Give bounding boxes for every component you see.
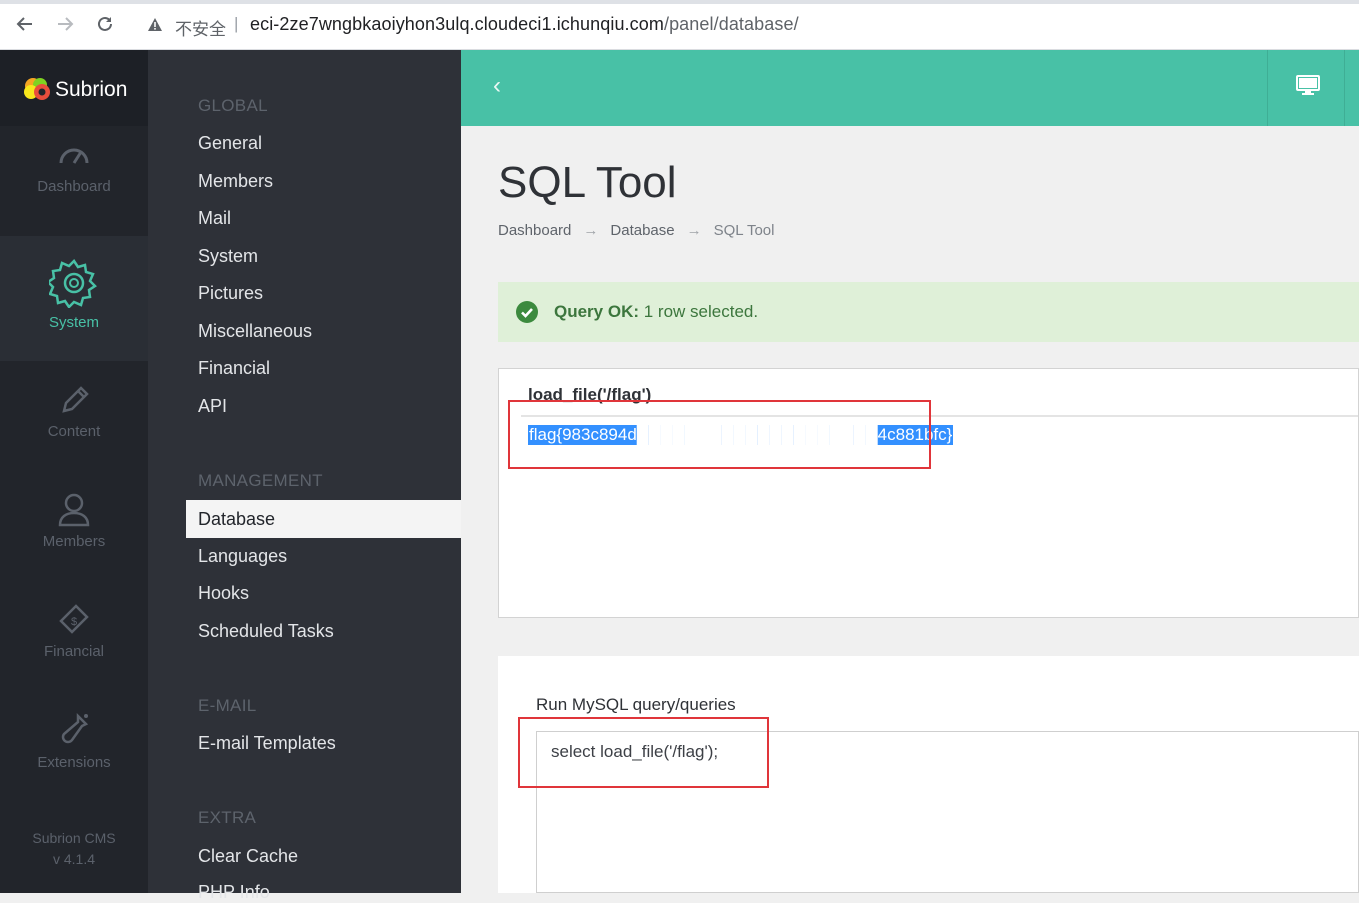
back-arrow-icon[interactable] [14, 14, 36, 36]
breadcrumb-dashboard[interactable]: Dashboard [498, 222, 571, 239]
svg-text:$: $ [71, 616, 77, 628]
pencil-icon [0, 381, 148, 417]
query-label: Run MySQL query/queries [536, 695, 736, 714]
heading-extra: EXTRA [198, 808, 257, 827]
menu-database[interactable]: Database [186, 500, 461, 538]
insecure-label[interactable]: 不安全 [175, 15, 226, 40]
menu-email-templates[interactable]: E-mail Templates [198, 733, 336, 754]
system-submenu: GLOBAL General Members Mail System Pictu… [148, 50, 461, 902]
alert-text: 1 row selected. [639, 302, 759, 321]
nav-dashboard[interactable]: Dashboard [0, 136, 148, 246]
monitor-icon [1296, 75, 1320, 95]
nav-members[interactable]: Members [0, 491, 148, 601]
query-success-alert: Query OK: 1 row selected. [498, 282, 1359, 342]
tab-strip-edge [0, 0, 1359, 4]
breadcrumb: Dashboard → Database → SQL Tool [498, 222, 774, 239]
version-info: Subrion CMS v 4.1.4 [0, 828, 148, 870]
icon-sidebar: Subrion Dashboard System Content Members [0, 50, 148, 893]
nav-members-label: Members [42, 533, 106, 550]
menu-members[interactable]: Members [198, 171, 273, 192]
view-frontend-button[interactable] [1267, 50, 1345, 126]
heading-email: E-MAIL [198, 696, 257, 715]
nav-dashboard-label: Dashboard [37, 178, 111, 195]
money-icon: $ [0, 601, 148, 637]
menu-system[interactable]: System [198, 246, 258, 267]
forward-arrow-icon[interactable] [54, 14, 76, 36]
subrion-logo-icon [22, 76, 52, 107]
url-path: /panel/database/ [663, 14, 799, 34]
breadcrumb-database[interactable]: Database [610, 222, 674, 239]
breadcrumb-current: SQL Tool [713, 222, 775, 239]
logo[interactable]: Subrion [0, 50, 148, 126]
app-name: Subrion [55, 78, 128, 101]
nav-extensions[interactable]: Extensions [0, 712, 148, 822]
nav-financial-label: Financial [43, 643, 105, 660]
gear-icon [0, 258, 148, 308]
menu-scheduled-tasks[interactable]: Scheduled Tasks [198, 621, 334, 642]
version-number: v 4.1.4 [52, 851, 96, 867]
nav-content-label: Content [47, 423, 101, 440]
url-separator: | [234, 14, 239, 33]
user-icon [0, 491, 148, 527]
version-product: Subrion CMS [32, 830, 116, 846]
heading-global: GLOBAL [198, 96, 268, 115]
menu-hooks[interactable]: Hooks [198, 583, 249, 604]
page-title: SQL Tool [498, 158, 677, 207]
breadcrumb-arrow: → [583, 222, 599, 239]
menu-financial[interactable]: Financial [198, 358, 270, 379]
alert-strong: Query OK: [554, 302, 640, 321]
check-circle-icon [516, 301, 538, 323]
nav-financial[interactable]: $ Financial [0, 601, 148, 711]
collapse-sidebar-chevron-icon[interactable]: ‹ [493, 72, 501, 100]
reload-icon[interactable] [94, 14, 116, 36]
nav-extensions-label: Extensions [37, 754, 111, 771]
address-bar-url[interactable]: eci-2ze7wngbkaoiyhon3ulq.cloudeci1.ichun… [250, 14, 799, 35]
nav-content[interactable]: Content [0, 381, 148, 491]
breadcrumb-arrow: → [686, 222, 702, 239]
nav-system[interactable]: System [0, 236, 148, 361]
menu-pictures[interactable]: Pictures [198, 283, 263, 304]
menu-clear-cache[interactable]: Clear Cache [198, 846, 298, 867]
highlight-box [508, 400, 931, 469]
nav-system-label: System [48, 314, 99, 331]
menu-miscellaneous[interactable]: Miscellaneous [198, 321, 312, 342]
alert-message: Query OK: 1 row selected. [554, 302, 758, 322]
gauge-icon [0, 136, 148, 172]
flask-icon [0, 712, 148, 748]
browser-toolbar: 不安全 | eci-2ze7wngbkaoiyhon3ulq.cloudeci1… [0, 0, 1359, 50]
warning-triangle-icon[interactable] [147, 17, 163, 37]
menu-languages[interactable]: Languages [198, 546, 287, 567]
menu-general[interactable]: General [198, 133, 262, 154]
url-host: eci-2ze7wngbkaoiyhon3ulq.cloudeci1.ichun… [250, 14, 664, 34]
heading-management: MANAGEMENT [198, 471, 323, 490]
top-header: ‹ [461, 50, 1359, 126]
highlight-box [518, 717, 769, 788]
menu-mail[interactable]: Mail [198, 208, 231, 229]
menu-api[interactable]: API [198, 396, 227, 417]
